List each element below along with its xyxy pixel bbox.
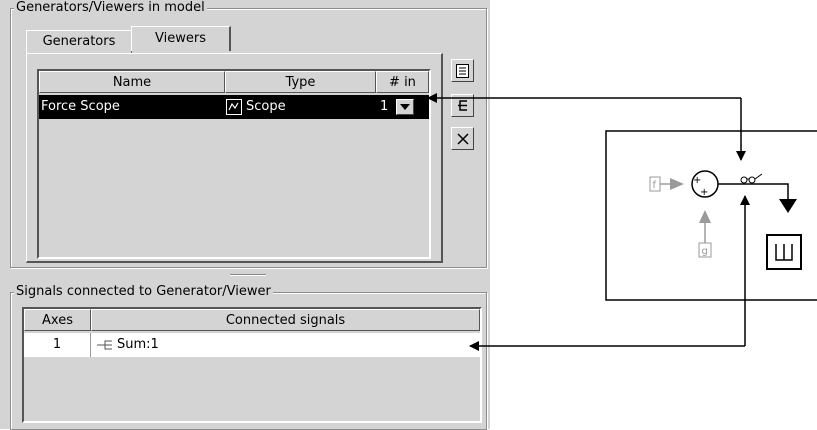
- sum-plus-top: +: [693, 175, 701, 186]
- signals-panel: Signals connected to Generator/Viewer Ax…: [0, 278, 490, 430]
- column-header-name[interactable]: Name: [39, 71, 225, 93]
- signals-title: Signals connected to Generator/Viewer: [14, 284, 273, 299]
- sum-plus-bottom: +: [700, 187, 708, 198]
- signals-table: Axes Connected signals 1 Sum:1: [22, 307, 482, 423]
- column-header-connected-signals[interactable]: Connected signals: [91, 309, 480, 331]
- column-header-name-label: Name: [112, 75, 152, 90]
- table-row[interactable]: 1 Sum:1: [24, 333, 480, 357]
- delete-icon: [456, 132, 469, 145]
- diagram-frame: [605, 130, 817, 301]
- properties-icon: [456, 63, 469, 78]
- table-row[interactable]: Force Scope Scope 1: [39, 95, 429, 119]
- tab-viewers-label: Viewers: [155, 31, 206, 46]
- sum-block: [691, 170, 719, 198]
- tab-viewers[interactable]: Viewers: [131, 26, 231, 51]
- generators-viewers-title: Generators/Viewers in model: [14, 0, 207, 15]
- axes-value: 1: [52, 337, 62, 352]
- signal-arrow-f: [670, 178, 684, 190]
- viewers-table: Name Type # in Force Scope Scope 1: [37, 69, 431, 259]
- properties-button[interactable]: [451, 59, 474, 82]
- viewer-name: Force Scope: [41, 99, 120, 114]
- signal-line-icon: [97, 340, 112, 350]
- column-header-axes-label: Axes: [42, 313, 73, 328]
- delete-button[interactable]: [451, 127, 474, 150]
- viewer-type-cell: Scope: [226, 95, 376, 119]
- viewer-type: Scope: [246, 99, 286, 114]
- dropdown-button[interactable]: [396, 99, 415, 115]
- select-signal-button[interactable]: [451, 94, 474, 117]
- viewer-glasses-icon: [740, 173, 763, 184]
- column-header-axes[interactable]: Axes: [24, 309, 91, 331]
- tab-generators[interactable]: Generators: [26, 30, 132, 53]
- generators-viewers-panel: Generators/Viewers in model Generators V…: [0, 0, 490, 272]
- signal-name: Sum:1: [117, 337, 159, 352]
- axes-cell: 1: [24, 333, 91, 357]
- input-block-f: [649, 176, 661, 192]
- input-label-f: f: [653, 180, 657, 191]
- signal-arrow-g: [699, 210, 711, 223]
- input-label-g: g: [702, 246, 708, 257]
- scope-block: [766, 234, 802, 270]
- tab-generators-label: Generators: [42, 34, 116, 49]
- column-header-connected-signals-label: Connected signals: [225, 313, 346, 328]
- column-header-num-in[interactable]: # in: [376, 71, 429, 93]
- viewer-name-cell: Force Scope: [41, 95, 225, 119]
- splitter-grip: [230, 274, 266, 276]
- chevron-down-icon: [400, 104, 411, 110]
- signal-select-icon: [458, 100, 467, 111]
- scope-block-icon: [775, 244, 793, 261]
- num-in-dropdown[interactable]: 1: [377, 95, 427, 119]
- sum-output-line: [718, 183, 789, 200]
- output-arrow: [779, 199, 797, 213]
- column-header-num-in-label: # in: [389, 75, 416, 90]
- column-header-type-label: Type: [285, 75, 316, 90]
- scope-icon: [226, 99, 242, 115]
- input-block-g: [698, 242, 712, 258]
- signal-cell: Sum:1: [92, 333, 480, 357]
- column-header-type[interactable]: Type: [225, 71, 376, 93]
- num-in-value: 1: [380, 99, 389, 114]
